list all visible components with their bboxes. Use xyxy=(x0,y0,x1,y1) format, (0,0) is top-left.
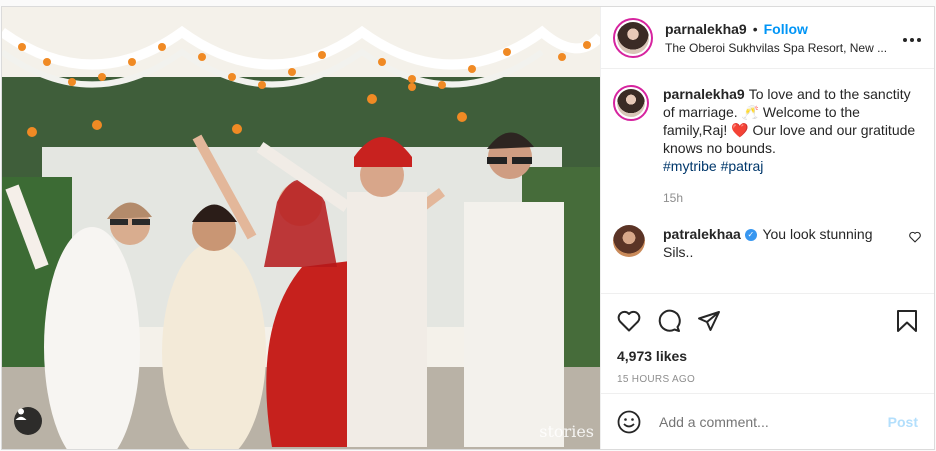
save-button[interactable] xyxy=(896,309,918,333)
actions-section: 4,973 likes 15 HOURS AGO xyxy=(601,293,934,385)
avatar-image xyxy=(617,89,645,117)
comment-item: patralekhaa ✓ You look stunning Sils.. xyxy=(613,225,922,261)
comment-body: patralekhaa ✓ You look stunning Sils.. xyxy=(663,225,900,261)
caption-username[interactable]: parnalekha9 xyxy=(663,86,745,102)
post-sidebar: parnalekha9 • Follow The Oberoi Sukhvila… xyxy=(600,7,934,449)
comment-button[interactable] xyxy=(657,309,681,333)
like-button[interactable] xyxy=(617,310,641,332)
share-icon xyxy=(698,311,720,331)
comments-section: parnalekha9 To love and to the sanctity o… xyxy=(601,69,934,277)
instagram-post: stories parnalekha9 • Follow The Oberoi … xyxy=(1,6,935,450)
header-row: parnalekha9 • Follow xyxy=(665,21,892,37)
like-comment-heart-icon[interactable] xyxy=(908,231,922,243)
avatar-image xyxy=(617,21,649,54)
heart-icon xyxy=(617,310,641,332)
heart-emoji: ❤️ xyxy=(731,122,749,138)
caption-body: parnalekha9 To love and to the sanctity o… xyxy=(663,85,922,207)
comment-input[interactable] xyxy=(657,412,888,431)
commenter-username[interactable]: patralekhaa xyxy=(663,226,741,242)
author-username[interactable]: parnalekha9 xyxy=(665,21,747,37)
tagged-users-button[interactable] xyxy=(14,407,42,435)
add-comment-bar: Post xyxy=(601,393,934,449)
follow-button[interactable]: Follow xyxy=(764,21,808,37)
more-horizontal-icon xyxy=(903,38,921,42)
more-options-button[interactable] xyxy=(892,32,922,43)
bookmark-icon xyxy=(897,310,917,332)
share-button[interactable] xyxy=(697,309,721,333)
caption: parnalekha9 To love and to the sanctity o… xyxy=(613,85,922,207)
photo-watermark: stories xyxy=(539,422,594,441)
caption-avatar[interactable] xyxy=(613,85,649,121)
post-comment-button[interactable]: Post xyxy=(888,414,918,430)
comment-icon xyxy=(658,309,681,332)
wedding-photo-illustration xyxy=(2,7,600,449)
header-text: parnalekha9 • Follow The Oberoi Sukhvila… xyxy=(665,21,892,55)
caption-time[interactable]: 15h xyxy=(663,189,922,207)
post-timestamp[interactable]: 15 HOURS AGO xyxy=(617,374,918,385)
commenter-avatar[interactable] xyxy=(613,225,645,257)
clinking-glasses-emoji: 🥂 xyxy=(741,104,760,120)
separator-dot: • xyxy=(752,20,758,37)
hashtag-link[interactable]: #patraj xyxy=(721,158,764,174)
hashtag-link[interactable]: #mytribe xyxy=(663,158,717,174)
action-icons xyxy=(617,306,918,336)
author-avatar[interactable] xyxy=(613,17,653,58)
user-icon xyxy=(15,408,27,420)
verified-badge-icon: ✓ xyxy=(744,229,757,242)
location-link[interactable]: The Oberoi Sukhvilas Spa Resort, New ... xyxy=(665,41,892,55)
emoji-icon[interactable] xyxy=(617,410,641,434)
likes-count[interactable]: 4,973 likes xyxy=(617,348,918,364)
post-photo[interactable]: stories xyxy=(2,7,600,449)
post-header: parnalekha9 • Follow The Oberoi Sukhvila… xyxy=(601,7,934,69)
